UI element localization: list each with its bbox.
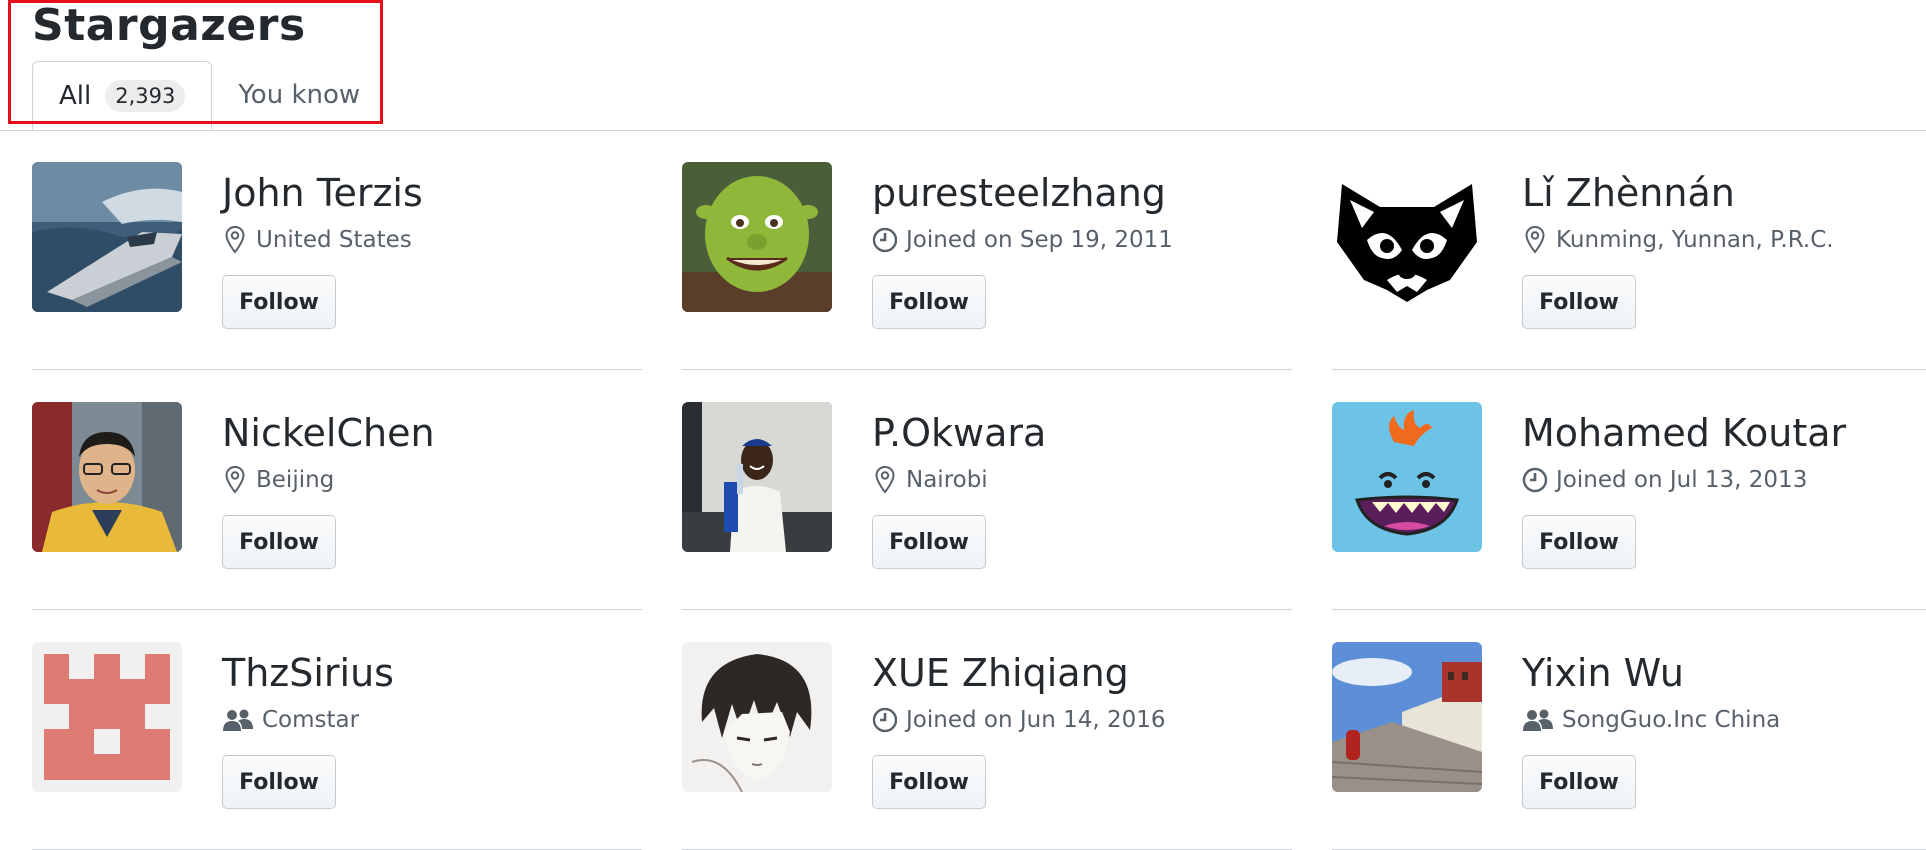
clock-icon [1522,465,1548,495]
location-icon [222,465,248,495]
follow-button[interactable]: Follow [1522,515,1636,569]
clock-icon [872,225,898,255]
organization-icon [1522,705,1554,735]
follow-button[interactable]: Follow [1522,755,1636,809]
avatar[interactable] [32,642,182,792]
stargazer-card: XUE Zhiqiang Joined on Jun 14, 2016 Foll… [682,610,1292,850]
user-organization-text: SongGuo.Inc China [1562,707,1781,733]
location-icon [872,465,898,495]
user-name[interactable]: Mohamed Koutar [1522,410,1846,456]
location-icon [222,225,248,255]
stargazer-card: Mohamed Koutar Joined on Jul 13, 2013 Fo… [1332,370,1926,610]
user-name[interactable]: P.Okwara [872,410,1046,456]
stargazer-card: John Terzis United States Follow [32,130,642,370]
user-organization: SongGuo.Inc China [1522,705,1780,735]
anime-sketch-avatar-image [682,642,832,792]
user-joined-text: Joined on Sep 19, 2011 [906,227,1173,253]
tab-you-know[interactable]: You know [212,60,386,130]
identicon-avatar-image [32,642,182,792]
person-photo-avatar-image [682,402,832,552]
user-location: Kunming, Yunnan, P.R.C. [1522,225,1834,255]
user-name[interactable]: NickelChen [222,410,435,456]
user-name[interactable]: Lǐ Zhènnán [1522,170,1735,216]
stargazer-card: Yixin Wu SongGuo.Inc China Follow [1332,610,1926,850]
follow-button[interactable]: Follow [872,515,986,569]
tab-all[interactable]: All 2,393 [32,61,213,131]
tab-all-label: All [59,81,92,111]
clock-icon [872,705,898,735]
user-location: United States [222,225,412,255]
raccoon-avatar-image [1332,162,1482,312]
user-joined-text: Joined on Jun 14, 2016 [906,707,1166,733]
avatar[interactable] [682,402,832,552]
user-location-text: Beijing [256,467,335,493]
stargazer-card: Lǐ Zhènnán Kunming, Yunnan, P.R.C. Follo… [1332,130,1926,370]
user-organization-text: Comstar [262,707,360,733]
location-icon [1522,225,1548,255]
stargazer-card: ThzSirius Comstar Follow [32,610,642,850]
user-location: Nairobi [872,465,988,495]
speedboat-avatar-image [32,162,182,312]
user-name[interactable]: XUE Zhiqiang [872,650,1129,696]
follow-button[interactable]: Follow [222,755,336,809]
tab-you-know-label: You know [238,80,361,110]
green-ogre-avatar-image [682,162,832,312]
user-name[interactable]: ThzSirius [222,650,394,696]
organization-icon [222,705,254,735]
user-joined-text: Joined on Jul 13, 2013 [1556,467,1808,493]
user-location-text: Kunming, Yunnan, P.R.C. [1556,227,1834,253]
stargazer-card: puresteelzhang Joined on Sep 19, 2011 Fo… [682,130,1292,370]
user-organization: Comstar [222,705,359,735]
stargazers-tabs: All 2,393 You know [32,58,386,131]
user-name[interactable]: Yixin Wu [1522,650,1684,696]
follow-button[interactable]: Follow [872,755,986,809]
follow-button[interactable]: Follow [872,275,986,329]
user-name[interactable]: puresteelzhang [872,170,1166,216]
avatar[interactable] [1332,162,1482,312]
user-location-text: United States [256,227,412,253]
avatar[interactable] [1332,402,1482,552]
stargazer-card: P.Okwara Nairobi Follow [682,370,1292,610]
user-location-text: Nairobi [906,467,988,493]
user-joined-date: Joined on Jul 13, 2013 [1522,465,1807,495]
follow-button[interactable]: Follow [222,275,336,329]
stargazer-count-badge: 2,393 [105,80,186,112]
avatar[interactable] [682,162,832,312]
user-location: Beijing [222,465,334,495]
follow-button[interactable]: Follow [1522,275,1636,329]
avatar[interactable] [32,402,182,552]
blue-cartoon-avatar-image [1332,402,1482,552]
user-name[interactable]: John Terzis [222,170,423,216]
avatar[interactable] [32,162,182,312]
stargazer-card: NickelChen Beijing Follow [32,370,642,610]
page-title: Stargazers [32,0,306,51]
user-joined-date: Joined on Sep 19, 2011 [872,225,1173,255]
palace-photo-avatar-image [1332,642,1482,792]
user-joined-date: Joined on Jun 14, 2016 [872,705,1166,735]
avatar[interactable] [682,642,832,792]
man-portrait-avatar-image [32,402,182,552]
avatar[interactable] [1332,642,1482,792]
follow-button[interactable]: Follow [222,515,336,569]
